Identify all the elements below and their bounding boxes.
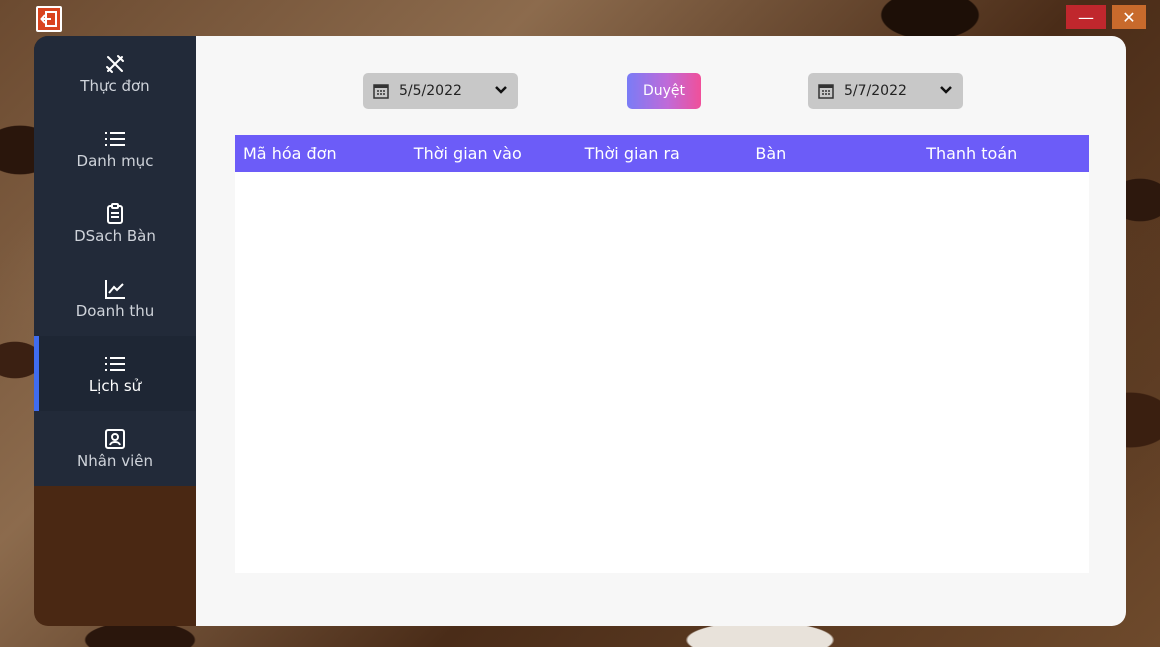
list-icon bbox=[104, 353, 126, 375]
minimize-icon: — bbox=[1078, 7, 1094, 27]
sidebar-item-dsach-ban[interactable]: DSach Bàn bbox=[34, 186, 196, 261]
sidebar-item-danh-muc[interactable]: Danh mục bbox=[34, 111, 196, 186]
column-header-invoice-id[interactable]: Mã hóa đơn bbox=[235, 144, 406, 163]
employee-card-icon bbox=[104, 428, 126, 450]
sidebar-nav: Thực đơn Danh mục DSach Bàn Doanh thu Lị… bbox=[34, 36, 196, 486]
column-header-payment[interactable]: Thanh toán bbox=[918, 144, 1089, 163]
app-window: Thực đơn Danh mục DSach Bàn Doanh thu Lị… bbox=[34, 36, 1126, 626]
column-header-time-out[interactable]: Thời gian ra bbox=[577, 144, 748, 163]
close-icon: ✕ bbox=[1122, 7, 1136, 27]
date-to-picker[interactable]: 5/7/2022 bbox=[808, 73, 963, 109]
calendar-icon bbox=[818, 83, 834, 99]
date-from-value: 5/5/2022 bbox=[399, 83, 462, 99]
sidebar-item-nhan-vien[interactable]: Nhân viên bbox=[34, 411, 196, 486]
sidebar-item-label: DSach Bàn bbox=[74, 226, 156, 245]
clipboard-icon bbox=[106, 202, 124, 225]
sidebar-item-lich-su[interactable]: Lịch sử bbox=[34, 336, 196, 411]
invoice-history-table[interactable]: Mã hóa đơn Thời gian vào Thời gian ra Bà… bbox=[235, 135, 1089, 573]
browse-button[interactable]: Duyệt bbox=[627, 73, 701, 109]
table-header: Mã hóa đơn Thời gian vào Thời gian ra Bà… bbox=[235, 135, 1089, 172]
sidebar: Thực đơn Danh mục DSach Bàn Doanh thu Lị… bbox=[34, 36, 196, 626]
date-to-value: 5/7/2022 bbox=[844, 83, 907, 99]
exit-icon[interactable] bbox=[36, 6, 62, 32]
calendar-icon bbox=[373, 83, 389, 99]
chart-line-icon bbox=[104, 278, 126, 300]
list-icon bbox=[104, 128, 126, 150]
sidebar-item-thuc-don[interactable]: Thực đơn bbox=[34, 36, 196, 111]
chevron-down-icon bbox=[939, 83, 953, 99]
sidebar-item-label: Lịch sử bbox=[88, 376, 142, 395]
sidebar-item-label: Thực đơn bbox=[80, 76, 150, 95]
column-header-table[interactable]: Bàn bbox=[747, 144, 918, 163]
minimize-button[interactable]: — bbox=[1066, 5, 1106, 29]
sidebar-item-label: Doanh thu bbox=[75, 301, 155, 320]
date-from-picker[interactable]: 5/5/2022 bbox=[363, 73, 518, 109]
column-header-time-in[interactable]: Thời gian vào bbox=[406, 144, 577, 163]
sidebar-item-doanh-thu[interactable]: Doanh thu bbox=[34, 261, 196, 336]
utensils-crossed-icon bbox=[104, 53, 126, 75]
chevron-down-icon bbox=[494, 83, 508, 99]
sidebar-item-label: Danh mục bbox=[76, 151, 154, 170]
main-panel: 5/5/2022 Duyệt 5/7/2022 Mã hóa đơn Thời … bbox=[196, 36, 1126, 626]
close-button[interactable]: ✕ bbox=[1112, 5, 1146, 29]
sidebar-item-label: Nhân viên bbox=[77, 451, 153, 470]
